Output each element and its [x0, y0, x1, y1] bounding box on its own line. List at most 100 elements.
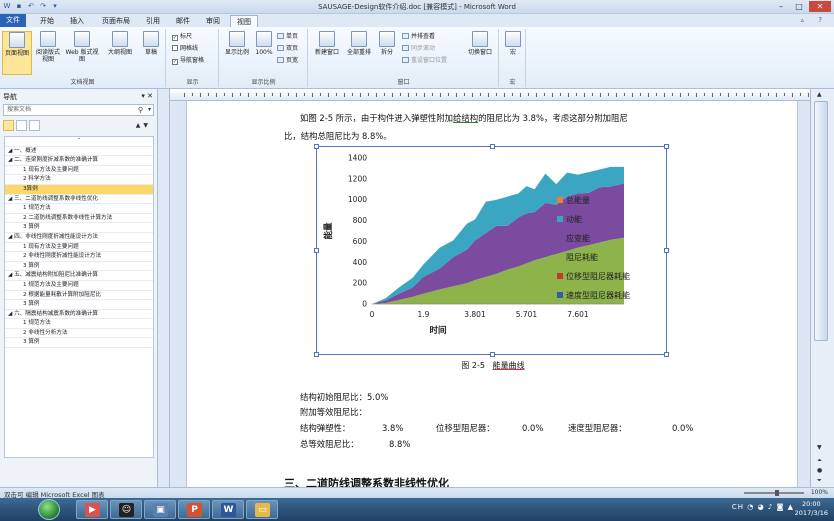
outline-subheading[interactable]: 3 算例 [5, 338, 153, 349]
page-width-button[interactable]: 页宽 [277, 57, 298, 65]
scroll-thumb[interactable] [814, 101, 828, 341]
nav-search-input[interactable]: 搜索文档 ⚲ ▾ [3, 104, 154, 116]
resize-handle[interactable] [664, 144, 669, 149]
tab-review[interactable]: 审阅 [200, 15, 226, 27]
taskbar-explorer[interactable]: ▭ [246, 500, 278, 519]
gridlines-checkbox[interactable]: 网格线 [172, 45, 198, 53]
nav-prev-next-icons[interactable]: ▲▼ [136, 122, 151, 129]
ruler-tick [416, 93, 417, 96]
legend-swatch [557, 235, 563, 241]
zoom-level[interactable]: 100% [811, 489, 828, 496]
collapse-all-icon[interactable]: ⌃ [5, 137, 153, 147]
search-dropdown-icon[interactable]: ▾ [148, 105, 151, 115]
redo-icon[interactable]: ↷ [39, 2, 47, 11]
save-icon[interactable]: ▪ [15, 2, 23, 11]
side-by-side-button[interactable]: 并排查看 [402, 33, 435, 41]
outline-view-button[interactable]: 大纲视图 [104, 31, 136, 56]
zoom-100-button[interactable]: 100% [253, 31, 275, 56]
split-button[interactable]: 拆分 [375, 31, 399, 56]
start-button-icon[interactable] [38, 499, 60, 520]
resize-handle[interactable] [314, 248, 319, 253]
outline-subheading[interactable]: 2 二道防线调整系数非线性计算方法 [5, 214, 153, 224]
help-icon[interactable]: ? [818, 16, 822, 24]
zoom-button[interactable]: 显示比例 [222, 31, 252, 56]
powerpoint-icon: P [187, 503, 202, 517]
resize-handle[interactable] [664, 248, 669, 253]
nav-close-icon[interactable]: ▾ ✕ [141, 92, 153, 100]
new-window-button[interactable]: 新建窗口 [311, 31, 343, 56]
outline-subheading[interactable]: 1 现有方法及主要问题 [5, 166, 153, 176]
results-tab-icon[interactable] [29, 120, 40, 131]
outline-subheading[interactable]: 1 规范方法及主要问题 [5, 281, 153, 291]
search-icon[interactable]: ⚲ [138, 105, 143, 115]
ruler-checkbox[interactable]: ✓ 标尺 [172, 33, 192, 41]
outline-subheading[interactable]: 2 非线性分析方法 [5, 329, 153, 339]
outline-subheading[interactable]: 1 规范方法 [5, 319, 153, 329]
zoom-slider[interactable] [744, 492, 804, 494]
print-layout-button[interactable]: 页面视图 [2, 31, 32, 75]
outline-heading[interactable]: ◢ 二、连梁刚度折减系数的准确计算 [5, 156, 153, 166]
taskbar-app-1[interactable]: ▶ [76, 500, 108, 519]
outline-label: 1 规范方法 [23, 320, 51, 327]
outline-subheading[interactable]: 1 现有方法及主要问题 [5, 243, 153, 253]
maximize-icon[interactable]: □ [791, 1, 807, 12]
close-icon[interactable]: ✕ [809, 1, 831, 12]
one-page-button[interactable]: 单页 [277, 33, 298, 41]
outline-heading[interactable]: ◢ 六、隔震结构减震系数的准确计算 [5, 310, 153, 320]
outline-heading[interactable]: ◢ 三、二道防线调整系数非线性优化 [5, 195, 153, 205]
switch-window-button[interactable]: 切换窗口 [463, 31, 497, 56]
outline-heading[interactable]: ◢ 一、概述 [5, 147, 153, 157]
reset-window-button[interactable]: 重设窗口位置 [402, 57, 447, 65]
tab-insert[interactable]: 插入 [64, 15, 90, 27]
tab-view[interactable]: 视图 [230, 15, 258, 27]
pages-tab-icon[interactable] [16, 120, 27, 131]
scroll-down-icon[interactable]: ▼ [817, 444, 822, 451]
headings-tab-icon[interactable] [3, 120, 14, 131]
outline-subheading[interactable]: 1 规范方法 [5, 204, 153, 214]
resize-handle[interactable] [490, 352, 495, 357]
sync-scroll-button[interactable]: 同步滚动 [402, 45, 435, 53]
outline-subheading[interactable]: 2 科学方法 [5, 175, 153, 185]
minimize-ribbon-icon[interactable]: ▵ [800, 16, 804, 24]
resize-handle[interactable] [490, 144, 495, 149]
tab-file[interactable]: 文件 [0, 14, 26, 27]
prev-page-icon[interactable]: ⏶ [817, 457, 822, 465]
vertical-scrollbar[interactable]: ▲ ▼ ⏶ ● ⏷ [810, 89, 834, 487]
outline-heading[interactable]: ◢ 四、非线性刚度折减性能设计方法 [5, 233, 153, 243]
taskbar-word[interactable]: W [212, 500, 244, 519]
resize-handle[interactable] [664, 352, 669, 357]
nav-pane-checkbox[interactable]: ✓ 导航窗格 [172, 57, 204, 65]
arrange-all-button[interactable]: 全部重排 [343, 31, 375, 56]
zoom-slider-knob[interactable] [775, 490, 779, 496]
outline-subheading[interactable]: 3 算例 [5, 262, 153, 272]
macros-button[interactable]: 宏 [503, 31, 523, 56]
browse-object-icon[interactable]: ● [817, 467, 822, 474]
outline-heading[interactable]: ◢ 五、减震结构附加阻尼比准确计算 [5, 271, 153, 281]
minimize-icon[interactable]: – [773, 1, 789, 12]
taskbar-qq[interactable]: ☺ [110, 500, 142, 519]
next-page-icon[interactable]: ⏷ [817, 477, 822, 485]
tab-mailings[interactable]: 邮件 [170, 15, 196, 27]
web-layout-button[interactable]: Web 版式视图 [64, 31, 100, 63]
draft-view-button[interactable]: 草稿 [138, 31, 164, 56]
tab-home[interactable]: 开始 [34, 15, 60, 27]
resize-handle[interactable] [314, 352, 319, 357]
undo-icon[interactable]: ↶ [27, 2, 35, 11]
reading-layout-button[interactable]: 阅读版式视图 [34, 31, 62, 63]
taskbar-powerpoint[interactable]: P [178, 500, 210, 519]
resize-handle[interactable] [314, 144, 319, 149]
two-pages-button[interactable]: 双页 [277, 45, 298, 53]
embedded-chart[interactable]: 0 200 400 600 800 1000 1200 1400 0 1.9 3.801 5.701 7… [314, 144, 669, 357]
outline-subheading[interactable]: 3 算例 [5, 223, 153, 233]
tab-references[interactable]: 引用 [140, 15, 166, 27]
taskbar-app-3[interactable]: ▣ [144, 500, 176, 519]
customize-qat-icon[interactable]: ▾ [51, 2, 59, 11]
outline-subheading[interactable]: 2 根据能量耗散计算附加阻尼比 [5, 291, 153, 301]
outline-subheading[interactable]: 3 算例 [5, 300, 153, 310]
outline-subheading[interactable]: 3算例 [5, 184, 153, 195]
scroll-up-icon[interactable]: ▲ [817, 91, 822, 98]
navigation-pane: 导航 ▾ ✕ 搜索文档 ⚲ ▾ ▲▼ ⌃ ◢ 一、概述 ◢ 二、连梁刚度折减系数的… [0, 89, 158, 487]
outline-subheading[interactable]: 2 非线性刚度折减性能设计方法 [5, 252, 153, 262]
tab-page-layout[interactable]: 页面布局 [96, 15, 136, 27]
clock[interactable]: 20:00 2017/3/16 [795, 500, 828, 518]
